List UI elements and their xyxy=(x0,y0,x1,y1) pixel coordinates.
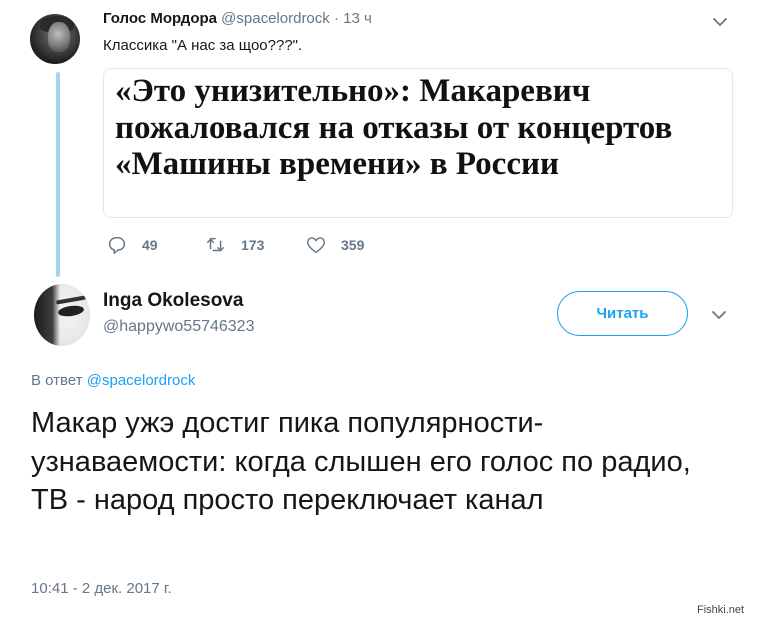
card-title: «Это унизительно»: Макаревич пожаловался… xyxy=(115,73,673,182)
chevron-down-icon[interactable] xyxy=(708,304,730,326)
avatar-hair xyxy=(34,284,60,346)
tweet-timestamp[interactable]: 10:41 - 2 дек. 2017 г. xyxy=(31,580,172,597)
reply-action[interactable]: 49 xyxy=(106,234,158,256)
reply-prefix: В ответ xyxy=(31,372,83,389)
tweet-header: Голос Мордора @spacelordrock · 13 ч xyxy=(103,10,372,27)
chevron-down-icon[interactable] xyxy=(710,12,730,32)
author-handle[interactable]: @happywo55746323 xyxy=(103,318,254,336)
author-name[interactable]: Голос Мордора xyxy=(103,10,217,27)
avatar-brow xyxy=(55,295,87,305)
follow-button[interactable]: Читать xyxy=(557,291,688,336)
reply-context: В ответ @spacelordrock xyxy=(31,372,195,389)
retweet-icon xyxy=(207,237,225,252)
avatar-face xyxy=(48,22,70,52)
tweet-text: Классика "А нас за щоо???". xyxy=(103,37,303,54)
author-name[interactable]: Inga Okolesova xyxy=(103,290,243,312)
reply-icon xyxy=(108,236,126,254)
retweet-count: 173 xyxy=(241,237,265,253)
like-action[interactable]: 359 xyxy=(305,234,364,256)
watermark: Fishki.net xyxy=(697,604,745,616)
tweet-time[interactable]: 13 ч xyxy=(343,10,372,27)
avatar[interactable] xyxy=(34,284,90,346)
retweet-action[interactable]: 173 xyxy=(205,234,264,256)
like-count: 359 xyxy=(341,237,365,253)
separator-dot: · xyxy=(333,10,339,27)
author-handle[interactable]: @spacelordrock xyxy=(221,10,330,27)
reply-count: 49 xyxy=(142,237,158,253)
link-card[interactable]: «Это унизительно»: Макаревич пожаловался… xyxy=(103,68,733,218)
thread-line xyxy=(56,72,60,277)
tweet-text: Макар ужэ достиг пика популярности-узнав… xyxy=(31,407,691,516)
reply-mention-link[interactable]: @spacelordrock xyxy=(87,372,196,389)
like-icon xyxy=(307,237,325,254)
avatar[interactable] xyxy=(30,14,80,64)
avatar-eye xyxy=(57,304,85,318)
